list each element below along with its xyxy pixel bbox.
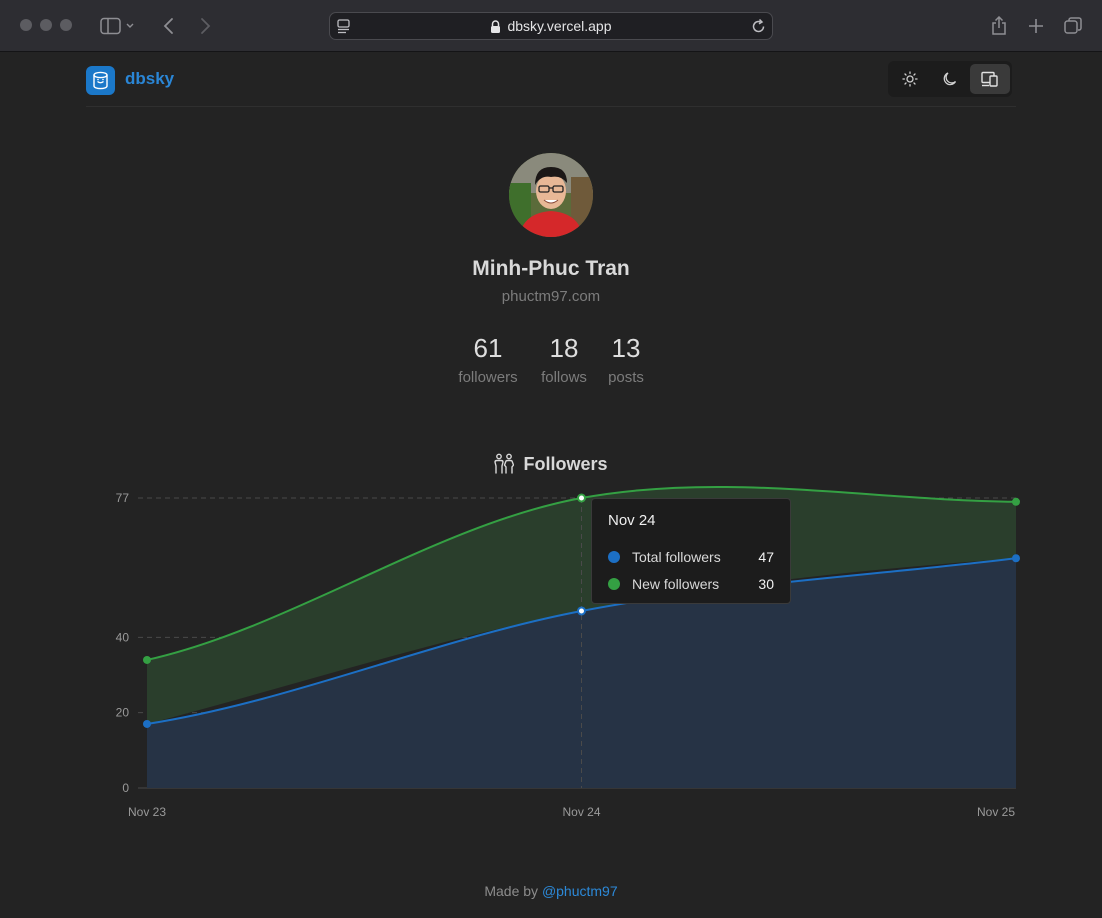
new-followers-point bbox=[1012, 497, 1020, 506]
chevron-right-icon bbox=[201, 18, 211, 34]
back-button[interactable] bbox=[158, 13, 180, 39]
new-tab-button[interactable] bbox=[1025, 13, 1047, 39]
y-tick-label: 0 bbox=[122, 781, 129, 795]
x-tick-label: Nov 23 bbox=[128, 805, 166, 819]
footer-prefix: Made by bbox=[484, 883, 539, 899]
reload-icon[interactable] bbox=[751, 19, 766, 34]
new-followers-dot bbox=[608, 577, 620, 590]
url-text: dbsky.vercel.app bbox=[507, 18, 612, 34]
sidebar-icon bbox=[100, 17, 134, 35]
total-followers-dot bbox=[608, 550, 620, 563]
share-icon bbox=[992, 16, 1006, 35]
address-bar[interactable]: dbsky.vercel.app bbox=[329, 12, 773, 40]
chevron-left-icon bbox=[163, 18, 173, 34]
forward-button[interactable] bbox=[194, 13, 216, 39]
minimize-window-button[interactable] bbox=[40, 19, 52, 31]
tooltip-value-total: 47 bbox=[758, 548, 774, 565]
tooltip-label-total: Total followers bbox=[632, 548, 721, 565]
y-tick-label: 40 bbox=[116, 630, 130, 644]
page-menu-icon[interactable] bbox=[337, 19, 351, 34]
tab-overview-button[interactable] bbox=[1062, 13, 1084, 39]
total-followers-point bbox=[1012, 554, 1020, 563]
chart-tooltip: Nov 24 Total followers 47 New followers … bbox=[591, 498, 791, 604]
followers-chart[interactable]: 0 20 40 77 Nov 23 Nov 24 Nov 25 bbox=[0, 53, 1102, 833]
y-tick-label: 77 bbox=[116, 491, 130, 505]
zoom-window-button[interactable] bbox=[60, 19, 72, 31]
share-button[interactable] bbox=[988, 13, 1010, 39]
sidebar-toggle-button[interactable] bbox=[96, 13, 138, 39]
new-followers-point bbox=[577, 493, 586, 503]
x-tick-label: Nov 24 bbox=[562, 805, 600, 819]
tooltip-label-new: New followers bbox=[632, 575, 720, 592]
tooltip-row-new: New followers 30 bbox=[608, 570, 774, 597]
total-followers-point bbox=[577, 606, 586, 616]
tooltip-title: Nov 24 bbox=[608, 512, 656, 529]
new-followers-point bbox=[143, 655, 151, 664]
footer: Made by @phuctm97 bbox=[0, 883, 1102, 899]
page-content: dbsky Minh-Phuc Tran phuctm97.com 61 fol… bbox=[0, 53, 1102, 918]
lock-icon bbox=[491, 19, 501, 33]
total-followers-point bbox=[143, 719, 151, 728]
x-tick-label: Nov 25 bbox=[977, 805, 1015, 819]
y-tick-label: 20 bbox=[116, 706, 130, 720]
plus-icon bbox=[1029, 19, 1043, 33]
close-window-button[interactable] bbox=[20, 19, 32, 31]
tooltip-value-new: 30 bbox=[758, 575, 774, 592]
tabs-overview-icon bbox=[1064, 17, 1082, 34]
tooltip-row-total: Total followers 47 bbox=[608, 543, 774, 570]
browser-toolbar: dbsky.vercel.app bbox=[0, 0, 1102, 52]
author-link[interactable]: @phuctm97 bbox=[542, 883, 618, 899]
